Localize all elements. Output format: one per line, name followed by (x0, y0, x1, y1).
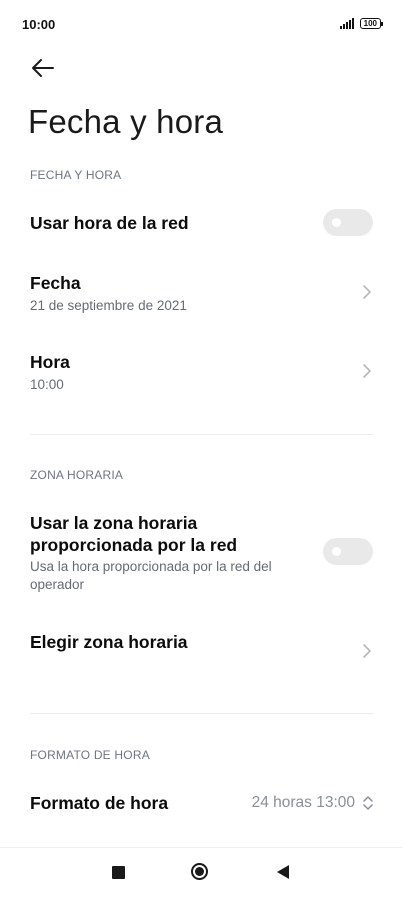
section-header-time-zone: ZONA HORARIA (30, 468, 124, 482)
status-time: 10:00 (22, 17, 56, 32)
network-zone-desc-line2: operador (30, 577, 85, 592)
arrow-left-icon (32, 59, 54, 77)
circle-icon[interactable] (191, 863, 208, 880)
battery-level: 100 (363, 19, 377, 28)
date-label: Fecha (30, 273, 81, 293)
divider (30, 713, 373, 714)
time-format-label: Formato de hora (30, 793, 169, 813)
section-header-date-time: FECHA Y HORA (30, 168, 122, 182)
network-zone-label-line1: Usar la zona horaria (30, 513, 198, 533)
time-label: Hora (30, 352, 70, 372)
divider (30, 434, 373, 435)
battery-icon: 100 (359, 18, 384, 29)
network-zone-toggle[interactable] (323, 538, 373, 565)
triangle-back-icon[interactable] (276, 864, 290, 880)
square-icon[interactable] (112, 866, 125, 879)
status-icons: 100 (339, 18, 384, 29)
chevron-right-icon (363, 644, 371, 658)
signal-icon (339, 18, 354, 29)
section-header-time-format: FORMATO DE HORA (30, 748, 150, 762)
time-format-value: 24 horas 13:00 (251, 794, 355, 811)
choose-zone-label: Elegir zona horaria (30, 632, 188, 652)
network-zone-desc-line1: Usa la hora proporcionada por la red del (30, 559, 272, 574)
network-zone-label-line2: proporcionada por la red (30, 535, 238, 555)
page-title: Fecha y hora (28, 103, 224, 140)
network-time-label: Usar hora de la red (30, 213, 189, 233)
chevron-right-icon (363, 285, 371, 299)
chevron-up-down-icon (363, 796, 373, 810)
chevron-right-icon (363, 364, 371, 378)
back-button[interactable] (29, 56, 57, 80)
network-time-toggle[interactable] (323, 209, 373, 236)
time-value: 10:00 (30, 377, 64, 392)
date-value: 21 de septiembre de 2021 (30, 298, 187, 313)
